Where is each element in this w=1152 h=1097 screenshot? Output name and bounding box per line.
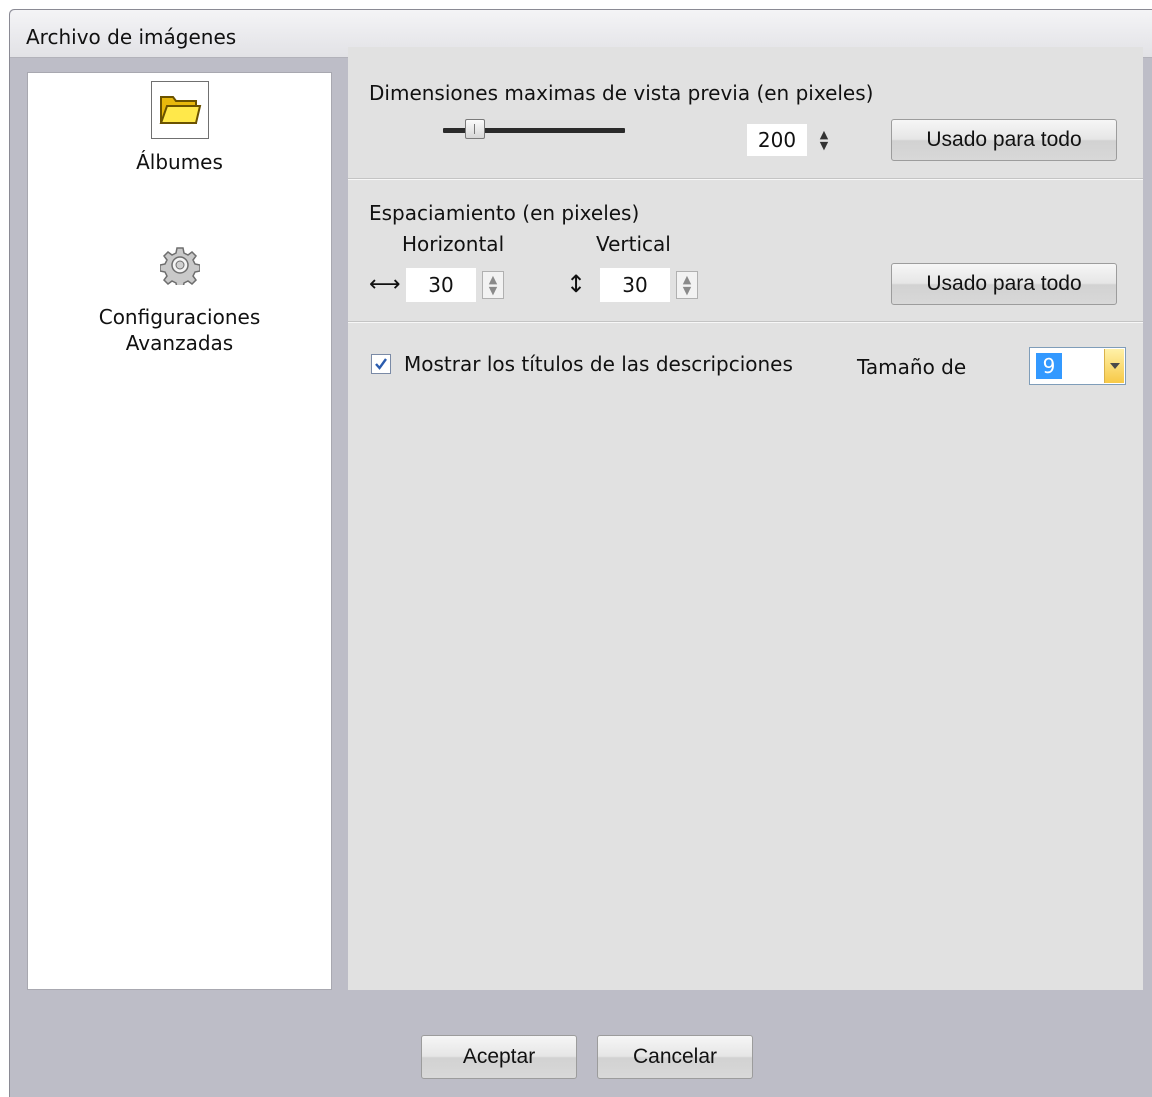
sidebar-item-label-line1: Configuraciones — [98, 305, 261, 329]
spacing-heading: Espaciamiento (en pixeles) — [369, 201, 640, 225]
window-title: Archivo de imágenes — [26, 25, 237, 49]
vertical-arrows-icon: ↕ — [566, 270, 587, 298]
combo-dropdown-button[interactable] — [1104, 349, 1124, 383]
section-divider — [348, 178, 1143, 180]
sidebar-item-label-line2: Avanzadas — [125, 331, 234, 355]
spin-down-icon[interactable]: ▼ — [820, 140, 828, 151]
horizontal-spacing-input[interactable]: 30 — [406, 268, 476, 302]
horizontal-spacing-stepper[interactable]: ▲ ▼ — [482, 271, 504, 299]
settings-panel — [348, 47, 1143, 990]
sidebar-item-label: Álbumes — [136, 150, 223, 174]
ok-button[interactable]: Aceptar — [421, 1035, 577, 1079]
sidebar: Álbumes Configuraciones Avanzadas — [27, 72, 332, 990]
gear-icon — [151, 236, 209, 294]
sidebar-item-advanced-settings[interactable]: Configuraciones Avanzadas — [28, 236, 331, 356]
chevron-down-icon — [1109, 363, 1120, 369]
horizontal-arrows-icon: ⟷ — [369, 272, 401, 297]
sidebar-item-albums[interactable]: Álbumes — [28, 81, 331, 175]
preview-size-stepper[interactable]: ▲ ▼ — [813, 126, 835, 154]
font-size-select[interactable]: 9 — [1029, 347, 1126, 385]
sidebar-item-label: Configuraciones Avanzadas — [28, 304, 331, 356]
preview-size-input[interactable]: 200 — [747, 124, 807, 156]
preview-size-heading: Dimensiones maximas de vista previa (en … — [369, 81, 874, 105]
cancel-button[interactable]: Cancelar — [597, 1035, 753, 1079]
folder-icon — [150, 81, 209, 139]
section-divider — [348, 321, 1143, 323]
vertical-spacing-input[interactable]: 30 — [600, 268, 670, 302]
preview-size-slider-thumb[interactable] — [465, 119, 485, 139]
spin-down-icon[interactable]: ▼ — [489, 285, 497, 296]
show-titles-label: Mostrar los títulos de las descripciones — [404, 352, 793, 376]
spacing-apply-all-button[interactable]: Usado para todo — [891, 263, 1117, 305]
font-size-label: Tamaño de — [857, 355, 967, 379]
spin-down-icon[interactable]: ▼ — [683, 285, 691, 296]
show-titles-checkbox[interactable] — [371, 354, 391, 374]
font-size-value: 9 — [1036, 353, 1062, 379]
preview-apply-all-button[interactable]: Usado para todo — [891, 119, 1117, 161]
checkmark-icon — [375, 358, 387, 370]
vertical-spacing-stepper[interactable]: ▲ ▼ — [676, 271, 698, 299]
vertical-label: Vertical — [596, 232, 671, 256]
horizontal-label: Horizontal — [402, 232, 505, 256]
